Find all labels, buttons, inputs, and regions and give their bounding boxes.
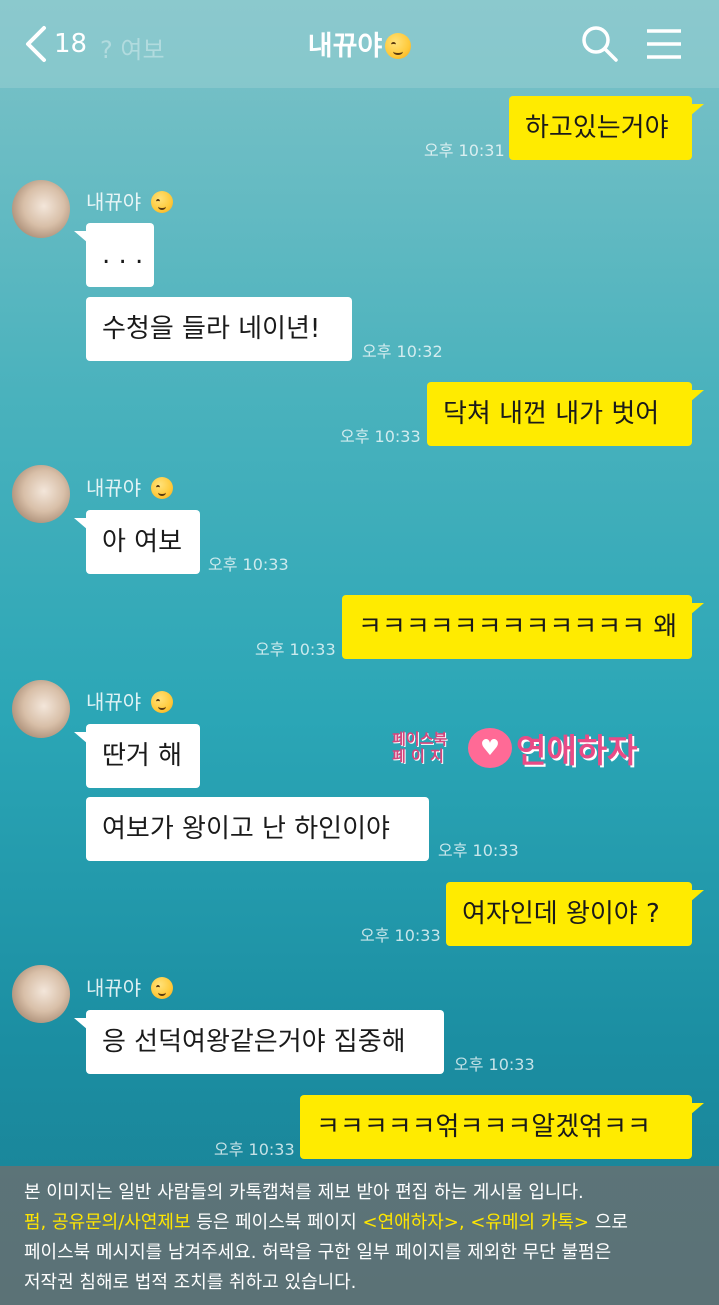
my-message-bubble[interactable]: ㅋㅋㅋㅋㅋ얶ㅋㅋㅋ알겠얶ㅋㅋ bbox=[300, 1095, 704, 1159]
heart-icon: ♥ bbox=[468, 728, 512, 768]
notice-line: 본 이미지는 일반 사람들의 카톡캡쳐를 제보 받아 편집 하는 게시물 입니다… bbox=[24, 1182, 584, 1203]
sender-name: 내뀨야 bbox=[86, 686, 173, 715]
hamburger-menu-icon bbox=[647, 29, 681, 59]
search-button[interactable] bbox=[580, 24, 620, 64]
their-message-bubble[interactable]: 응 선덕여왕같은거야 집중해 bbox=[74, 1010, 444, 1074]
their-message-bubble[interactable]: . . . bbox=[74, 223, 154, 287]
chat-title-text: 내뀨야 bbox=[307, 31, 383, 62]
message-time: 오후 10:33 bbox=[340, 427, 421, 446]
wink-emoji-icon bbox=[150, 477, 173, 499]
friend-avatar[interactable] bbox=[12, 465, 70, 523]
notice-line: 펌, 공유문의/사연제보 등은 페이스북 페이지 <연애하자>, <유메의 카톡… bbox=[24, 1212, 628, 1233]
message-time: 오후 10:33 bbox=[208, 555, 289, 574]
wink-emoji-icon bbox=[150, 191, 173, 213]
copyright-notice: 본 이미지는 일반 사람들의 카톡캡쳐를 제보 받아 편집 하는 게시물 입니다… bbox=[0, 1166, 719, 1305]
my-message-bubble[interactable]: ㅋㅋㅋㅋㅋㅋㅋㅋㅋㅋㅋㅋ 왜 bbox=[342, 595, 704, 659]
their-message-bubble[interactable]: 수청을 들라 네이년! bbox=[86, 297, 352, 361]
wink-emoji-icon bbox=[385, 33, 412, 59]
sender-name: 내뀨야 bbox=[86, 972, 173, 1001]
friend-avatar[interactable] bbox=[12, 680, 70, 738]
chat-header: 18 ? 여보 내뀨야 bbox=[0, 0, 719, 88]
friend-avatar[interactable] bbox=[12, 965, 70, 1023]
wink-emoji-icon bbox=[150, 691, 173, 713]
message-time: 오후 10:33 bbox=[360, 926, 441, 945]
notice-line: 저작권 침해로 법적 조치를 취하고 있습니다. bbox=[24, 1272, 357, 1293]
message-time: 오후 10:33 bbox=[214, 1140, 295, 1159]
my-message-bubble[interactable]: 하고있는거야 bbox=[509, 96, 704, 160]
sender-name: 내뀨야 bbox=[86, 186, 173, 215]
message-time: 오후 10:32 bbox=[362, 342, 443, 361]
menu-button[interactable] bbox=[645, 27, 683, 61]
page-watermark-logo: 페이스북 페 이 지 ♥ 연애하자 bbox=[392, 718, 692, 778]
wink-emoji-icon bbox=[150, 977, 173, 999]
message-time: 오후 10:33 bbox=[255, 640, 336, 659]
my-message-bubble[interactable]: 닥쳐 내껀 내가 벗어 bbox=[427, 382, 704, 446]
notice-line: 페이스북 메시지를 남겨주세요. 허락을 구한 일부 페이지를 제외한 무단 불… bbox=[24, 1242, 612, 1263]
search-icon bbox=[582, 26, 618, 62]
their-message-bubble[interactable]: 아 여보 bbox=[74, 510, 200, 574]
friend-avatar[interactable] bbox=[12, 180, 70, 238]
message-time: 오후 10:33 bbox=[454, 1055, 535, 1074]
watermark-small-text: 페이스북 페 이 지 bbox=[392, 730, 448, 765]
message-time: 오후 10:33 bbox=[438, 841, 519, 860]
my-message-bubble[interactable]: 여자인데 왕이야 ? bbox=[446, 882, 704, 946]
message-time: 오후 10:31 bbox=[424, 141, 505, 160]
sender-name: 내뀨야 bbox=[86, 472, 173, 501]
their-message-bubble[interactable]: 딴거 해 bbox=[74, 724, 200, 788]
their-message-bubble[interactable]: 여보가 왕이고 난 하인이야 bbox=[86, 797, 429, 861]
watermark-title: 연애하자 bbox=[516, 731, 638, 770]
